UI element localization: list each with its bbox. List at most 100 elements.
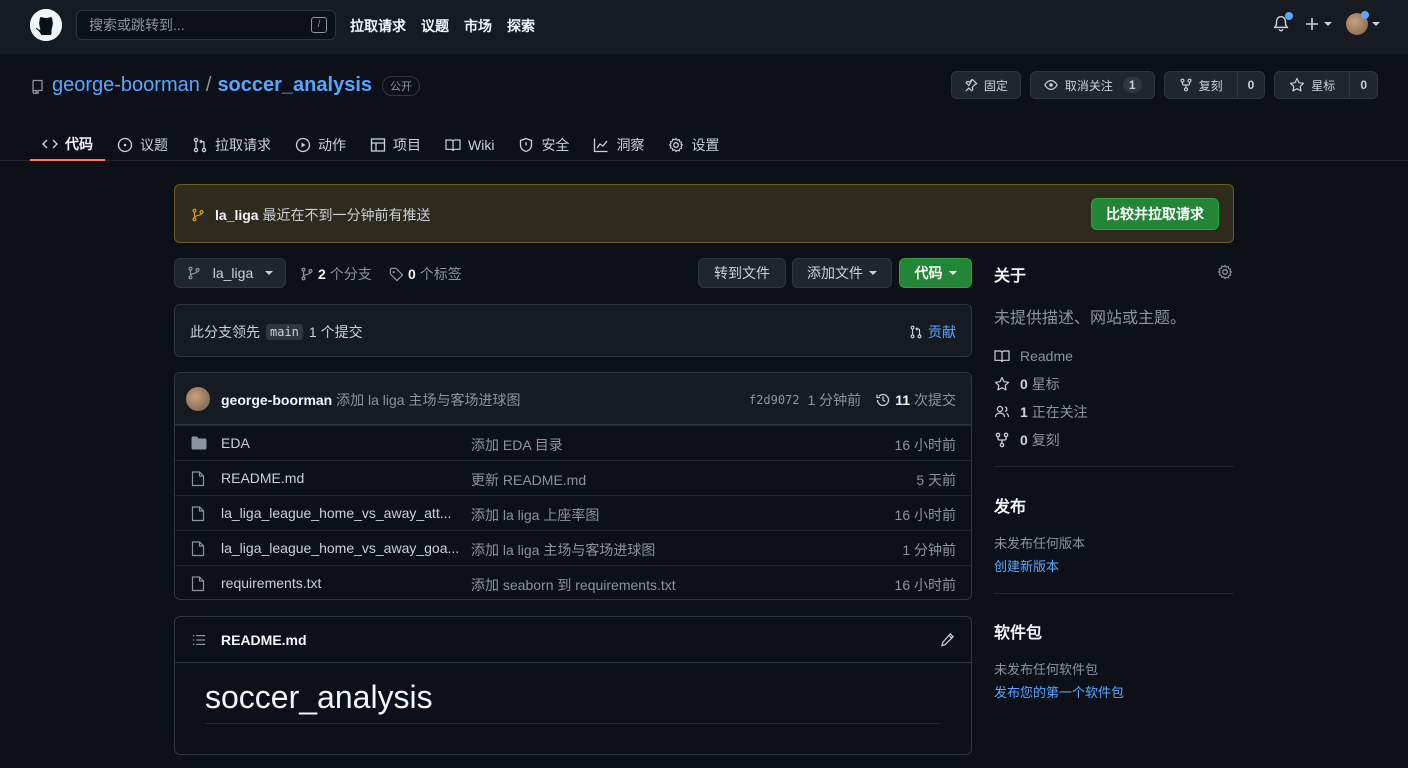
contribute-label: 贡献 (928, 324, 956, 340)
file-commit-message[interactable]: 添加 EDA 目录 (471, 435, 563, 455)
gear-icon[interactable] (1217, 264, 1233, 280)
commit-sha[interactable]: f2d9072 (749, 393, 800, 407)
list-icon[interactable] (192, 633, 206, 647)
file-commit-time: 16 小时前 (894, 577, 956, 593)
forks-link[interactable]: 0 复刻 (994, 426, 1234, 454)
tab-pull-requests[interactable]: 拉取请求 (180, 129, 283, 161)
contribute-button[interactable]: 贡献 (909, 322, 956, 342)
star-count: 0 (1349, 72, 1377, 98)
ahead-commits-link[interactable]: 1 个提交 (309, 322, 363, 342)
tab-actions[interactable]: 动作 (283, 129, 358, 161)
tab-insights-label: 洞察 (616, 137, 645, 153)
publish-package-link[interactable]: 发布您的第一个软件包 (994, 682, 1234, 701)
repo-tabs: 代码 议题 拉取请求 动作 项目 Wiki 安全 洞察 设置 (30, 129, 731, 161)
fork-icon (1180, 78, 1192, 92)
releases-title[interactable]: 发布 (994, 493, 1234, 517)
search-shortcut-key: / (311, 17, 327, 33)
commits-label: 次提交 (914, 392, 956, 408)
add-file-button[interactable]: 添加文件 (792, 258, 892, 288)
branches-count: 2 (318, 266, 326, 282)
unwatch-button[interactable]: 取消关注 1 (1029, 71, 1155, 99)
file-name[interactable]: README.md (221, 470, 465, 486)
tab-issues[interactable]: 议题 (105, 129, 180, 161)
chevron-down-icon (1324, 22, 1332, 26)
file-commit-time: 5 天前 (916, 472, 956, 488)
tab-code-label: 代码 (65, 136, 93, 152)
branches-link[interactable]: 2 个分支 (300, 264, 372, 284)
file-row-goals[interactable]: la_liga_league_home_vs_away_goa... 添加 la… (175, 530, 971, 565)
file-commit-message[interactable]: 更新 README.md (471, 470, 586, 490)
pin-button[interactable]: 固定 (950, 71, 1021, 99)
file-commit-message[interactable]: 添加 la liga 主场与客场进球图 (471, 540, 655, 560)
create-release-link[interactable]: 创建新版本 (994, 556, 1234, 575)
file-commit-message[interactable]: 添加 seaborn 到 requirements.txt (471, 575, 676, 595)
tab-code[interactable]: 代码 (30, 129, 105, 161)
file-commit-time: 1 分钟前 (902, 542, 956, 558)
readme-link[interactable]: Readme (994, 342, 1234, 370)
nav-pull-requests[interactable]: 拉取请求 (350, 16, 406, 36)
stars-link[interactable]: 0 星标 (994, 370, 1234, 398)
file-row-attendance[interactable]: la_liga_league_home_vs_away_att... 添加 la… (175, 495, 971, 530)
branch-select-button[interactable]: la_liga (174, 258, 286, 288)
branch-icon (188, 266, 200, 280)
tab-wiki[interactable]: Wiki (433, 129, 506, 161)
author-avatar[interactable] (186, 387, 210, 411)
status-dot (1361, 11, 1369, 19)
shield-icon (520, 137, 533, 153)
file-commit-time: 16 小时前 (894, 507, 956, 523)
repo-owner-link[interactable]: george-boorman (52, 74, 200, 97)
file-browser: george-boorman 添加 la liga 主场与客场进球图 f2d90… (174, 372, 972, 600)
tab-projects[interactable]: 项目 (358, 129, 433, 161)
file-icon (191, 576, 205, 592)
go-to-file-button[interactable]: 转到文件 (698, 258, 786, 288)
watchers-link[interactable]: 1 正在关注 (994, 398, 1234, 426)
repo-name-link[interactable]: soccer_analysis (217, 74, 372, 97)
releases-empty-text: 未发布任何版本 (994, 536, 1086, 551)
search-input[interactable]: 搜索或跳转到... / (76, 10, 336, 40)
tags-link[interactable]: 0 个标签 (389, 264, 462, 284)
file-row-eda[interactable]: EDA 添加 EDA 目录 16 小时前 (175, 425, 971, 460)
commit-author[interactable]: george-boorman (221, 392, 332, 408)
tab-settings[interactable]: 设置 (656, 129, 731, 161)
create-new-button[interactable] (1304, 16, 1332, 32)
branches-label: 个分支 (329, 266, 372, 282)
github-logo-icon[interactable] (30, 9, 62, 41)
fork-button[interactable]: 复刻 0 (1163, 71, 1266, 99)
tab-wiki-label: Wiki (468, 137, 495, 153)
repo-actions: 固定 取消关注 1 复刻 0 星标 0 (950, 71, 1378, 99)
nav-issues[interactable]: 议题 (421, 16, 449, 36)
nav-marketplace[interactable]: 市场 (464, 16, 492, 36)
gear-icon (668, 137, 684, 153)
file-name[interactable]: EDA (221, 435, 465, 451)
book-icon (994, 350, 1010, 363)
code-button[interactable]: 代码 (899, 258, 972, 288)
nav-explore[interactable]: 探索 (507, 16, 535, 36)
commit-history-link[interactable]: 11 次提交 (875, 390, 956, 410)
readme-link-label: Readme (1020, 348, 1073, 364)
code-button-label: 代码 (914, 265, 943, 281)
tab-settings-label: 设置 (691, 137, 720, 153)
file-name[interactable]: la_liga_league_home_vs_away_att... (221, 505, 465, 521)
pin-icon (965, 78, 978, 92)
history-icon (876, 393, 890, 407)
banner-branch-name[interactable]: la_liga (215, 207, 259, 223)
pencil-icon[interactable] (940, 632, 955, 647)
pull-request-icon (193, 137, 207, 153)
notifications-button[interactable] (1272, 12, 1293, 33)
file-commit-message[interactable]: 添加 la liga 上座率图 (471, 505, 599, 525)
file-row-requirements[interactable]: requirements.txt 添加 seaborn 到 requiremen… (175, 565, 971, 599)
about-title: 关于 (994, 268, 1027, 285)
star-button[interactable]: 星标 0 (1274, 71, 1378, 99)
packages-title[interactable]: 软件包 (994, 619, 1234, 643)
file-name[interactable]: la_liga_league_home_vs_away_goa... (221, 540, 465, 556)
tags-label: 个标签 (419, 266, 462, 282)
commit-message[interactable]: 添加 la liga 主场与客场进球图 (336, 392, 520, 408)
compare-pull-request-button[interactable]: 比较并拉取请求 (1091, 198, 1219, 230)
star-label: 星标 (1311, 78, 1336, 93)
file-row-readme[interactable]: README.md 更新 README.md 5 天前 (175, 460, 971, 495)
tab-insights[interactable]: 洞察 (581, 129, 656, 161)
forks-count: 0 (1020, 432, 1028, 448)
tab-security[interactable]: 安全 (506, 129, 581, 161)
user-menu-button[interactable] (1346, 11, 1380, 35)
file-name[interactable]: requirements.txt (221, 575, 465, 591)
